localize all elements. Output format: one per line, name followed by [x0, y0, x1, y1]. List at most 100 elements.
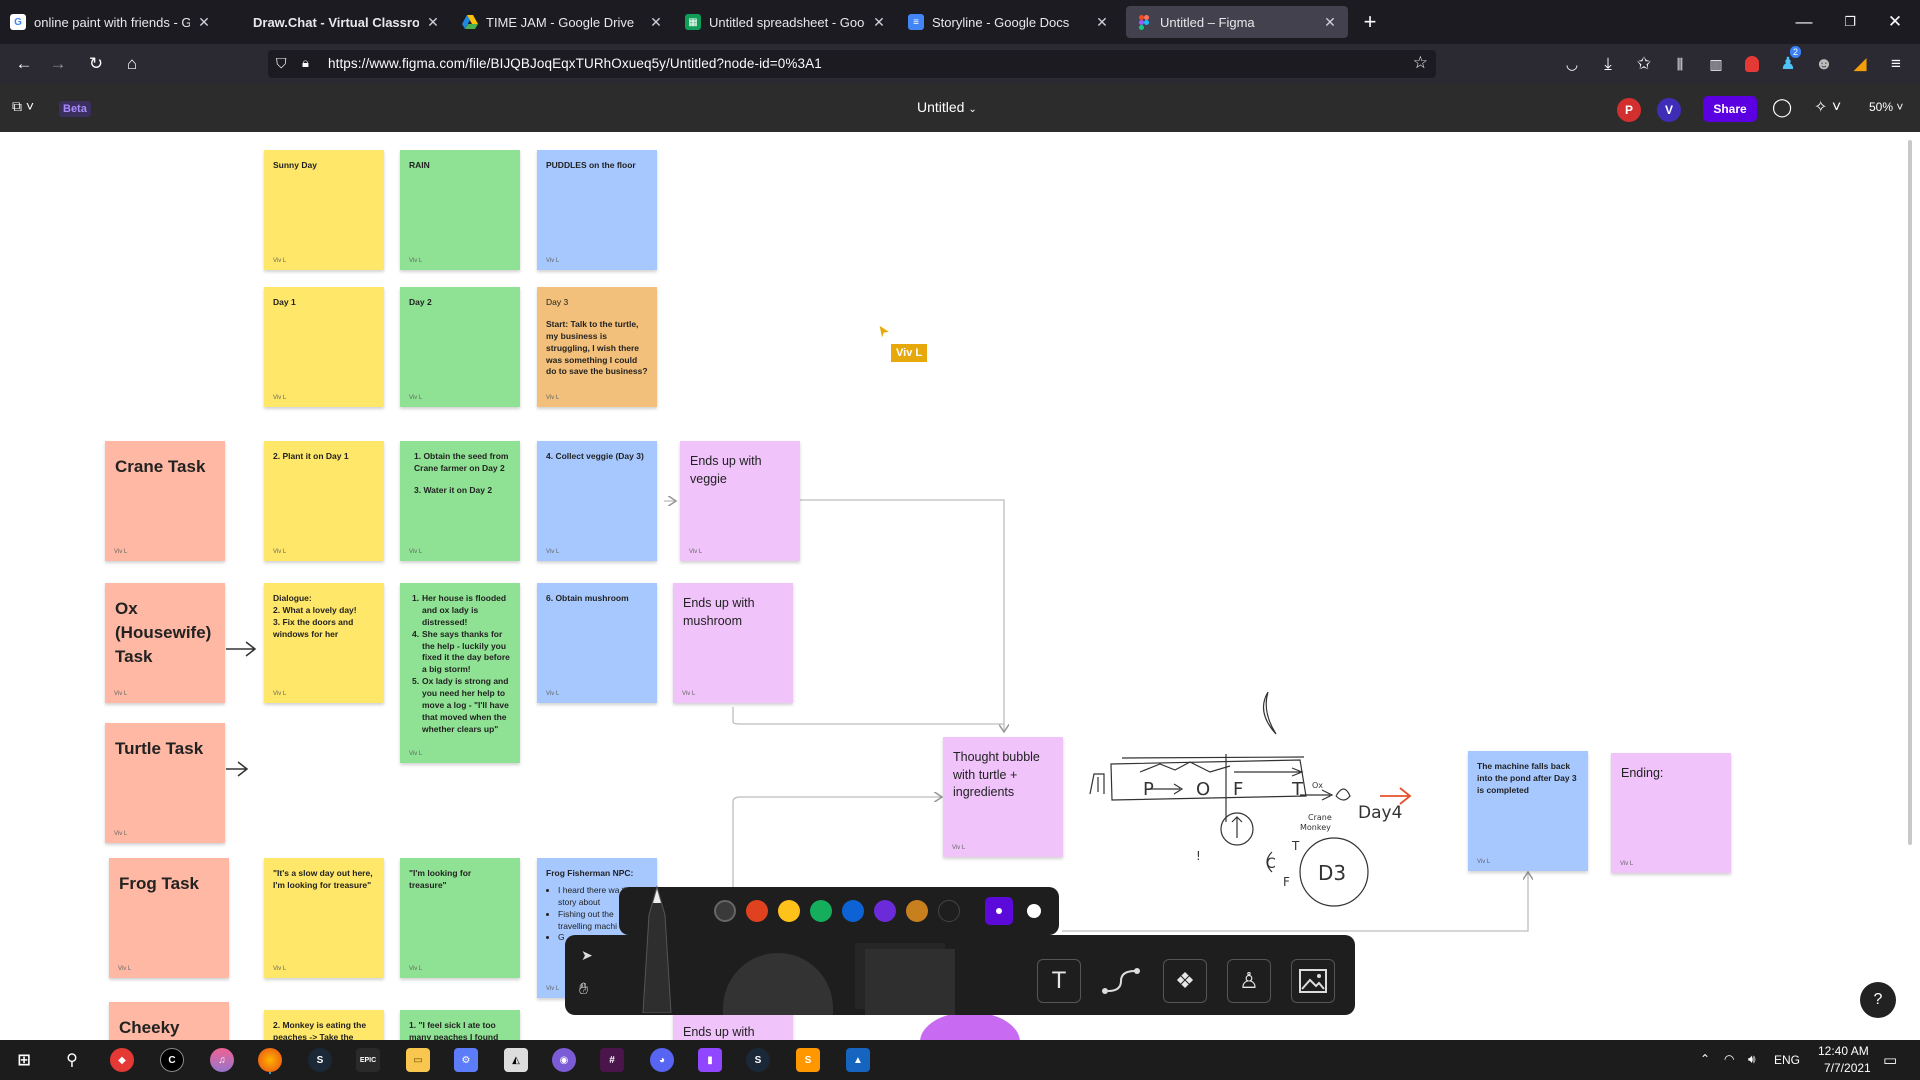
library-icon[interactable]: ⫼ [1668, 52, 1692, 76]
epic-games-icon[interactable]: EPIC [356, 1048, 380, 1072]
connector-tool-icon[interactable] [1099, 959, 1143, 1003]
close-icon[interactable]: ✕ [648, 14, 664, 31]
zoom-level[interactable]: 50% ˅ [1869, 100, 1903, 114]
discord-icon[interactable]: ◕ [650, 1048, 674, 1072]
sticky-obtain-seed[interactable]: 1. Obtain the seed from Crane farmer on … [400, 441, 520, 561]
notifications-icon[interactable]: ▭ [1883, 1051, 1897, 1069]
figjam-canvas[interactable]: P O F T Day4 D3 Crane Monkey Ox C F ! T … [0, 132, 1920, 1080]
sticky-day-3[interactable]: Day 3 Start: Talk to the turtle, my busi… [537, 287, 657, 407]
downloads-icon[interactable]: ⤓ [1596, 52, 1620, 76]
tab-time-jam-drive[interactable]: TIME JAM - Google Drive ✕ [452, 6, 674, 38]
menu-icon[interactable]: ≡ [1884, 52, 1908, 76]
sticky-plant[interactable]: 2. Plant it on Day 1 Viv L [264, 441, 384, 561]
sticky-turtle-task[interactable]: Turtle Task Viv L [105, 723, 225, 843]
tray-up-icon[interactable]: ⌃ [1700, 1052, 1710, 1066]
sticky-note-tool-icon[interactable] [865, 949, 955, 1015]
adblock-icon[interactable] [1740, 52, 1764, 76]
app-red-icon[interactable]: ◆ [110, 1048, 134, 1072]
sticky-obtain-mushroom[interactable]: 6. Obtain mushroom Viv L [537, 583, 657, 703]
sidebar-icon[interactable]: ▥ [1704, 52, 1728, 76]
lock-icon[interactable]: 🔒︎ [302, 55, 309, 71]
twitch-icon[interactable]: ▮ [698, 1048, 722, 1072]
sticky-crane-task[interactable]: Crane Task Viv L [105, 441, 225, 561]
component-tool-icon[interactable]: ❖ [1163, 959, 1207, 1003]
steam-icon[interactable]: S [308, 1048, 332, 1072]
sticky-collect-veggie[interactable]: 4. Collect veggie (Day 3) Viv L [537, 441, 657, 561]
color-swatch[interactable] [810, 900, 832, 922]
forward-icon[interactable]: → [46, 52, 70, 76]
color-swatch[interactable] [842, 900, 864, 922]
sticky-thought-bubble[interactable]: Thought bubble with turtle + ingredients… [943, 737, 1063, 857]
sticky-frog-task[interactable]: Frog Task Viv L [109, 858, 229, 978]
steam-2-icon[interactable]: S [746, 1048, 770, 1072]
app-paint-icon[interactable]: ▲ [846, 1048, 870, 1072]
tab-drawchat[interactable]: Draw.Chat - Virtual Classroom ✕ [229, 6, 451, 38]
image-tool-icon[interactable] [1291, 959, 1335, 1003]
tab-spreadsheet[interactable]: ▦ Untitled spreadsheet - Google S ✕ [675, 6, 897, 38]
sticky-puddles[interactable]: PUDDLES on the floor Viv L [537, 150, 657, 270]
url-bar[interactable]: ⛉ 🔒︎ https://www.figma.com/file/BIJQBJoq… [268, 50, 1436, 78]
close-icon[interactable]: ✕ [425, 14, 441, 31]
volume-icon[interactable]: 🔊︎ [1748, 1052, 1756, 1067]
sublime-icon[interactable]: S [796, 1048, 820, 1072]
avatar[interactable]: V [1657, 98, 1681, 122]
minimize-icon[interactable]: — [1792, 10, 1816, 34]
sticky-ox-dialogue[interactable]: Dialogue: 2. What a lovely day! 3. Fix t… [264, 583, 384, 703]
app-purple-icon[interactable]: ◉ [552, 1048, 576, 1072]
tab-storyline-docs[interactable]: ≡ Storyline - Google Docs ✕ [898, 6, 1120, 38]
clock-date[interactable]: 7/7/2021 [1824, 1061, 1871, 1075]
app-c-icon[interactable]: C [160, 1048, 184, 1072]
shape-tool-icon[interactable] [723, 953, 833, 1015]
sticky-ends-mushroom[interactable]: Ends up with mushroom Viv L [673, 583, 793, 703]
tab-online-paint[interactable]: G online paint with friends - Goog ✕ [0, 6, 222, 38]
sticky-day-2[interactable]: Day 2 Viv L [400, 287, 520, 407]
unity-icon[interactable]: ◭ [504, 1048, 528, 1072]
vertical-scrollbar[interactable] [1908, 140, 1912, 845]
window-close-icon[interactable]: ✕ [1883, 10, 1907, 34]
pocket-icon[interactable]: ◡ [1560, 52, 1584, 76]
marker-tool-icon[interactable] [637, 885, 677, 1014]
sticky-ending[interactable]: Ending: Viv L [1611, 753, 1731, 873]
close-icon[interactable]: ✕ [1094, 14, 1110, 31]
color-swatch[interactable] [906, 900, 928, 922]
shield-icon[interactable]: ⛉ [276, 55, 287, 72]
color-swatch[interactable] [714, 900, 736, 922]
sticky-frog-quote-2[interactable]: "I'm looking for treasure" Viv L [400, 858, 520, 978]
hand-tool-icon[interactable]: ✋︎ [579, 981, 588, 999]
firefox-icon[interactable] [258, 1048, 282, 1072]
restore-icon[interactable]: ❐ [1838, 10, 1862, 34]
present-icon[interactable]: ✧ ˅ [1814, 97, 1841, 117]
url-text[interactable]: https://www.figma.com/file/BIJQBJoqEqxTU… [328, 56, 822, 71]
sticky-machine[interactable]: The machine falls back into the pond aft… [1468, 751, 1588, 871]
color-swatch[interactable] [938, 900, 960, 922]
sticky-frog-quote-1[interactable]: "It's a slow day out here, I'm looking f… [264, 858, 384, 978]
color-swatch[interactable] [778, 900, 800, 922]
bookmark-star-icon[interactable]: ☆ [1413, 53, 1428, 73]
avatar[interactable]: P [1617, 98, 1641, 122]
sticky-ox-task[interactable]: Ox (Housewife) Task Viv L [105, 583, 225, 703]
color-swatch[interactable] [874, 900, 896, 922]
file-explorer-icon[interactable]: ▭ [406, 1048, 430, 1072]
select-tool-icon[interactable]: ➤ [581, 947, 593, 964]
file-title[interactable]: Untitled ⌄ [917, 99, 977, 115]
language-indicator[interactable]: ENG [1774, 1053, 1800, 1067]
color-extension-icon[interactable]: ◢ [1848, 52, 1872, 76]
extensions-star-icon[interactable]: ✩ [1632, 52, 1656, 76]
stroke-width-white[interactable] [1027, 904, 1041, 918]
slack-icon[interactable]: # [600, 1048, 624, 1072]
close-icon[interactable]: ✕ [871, 14, 887, 31]
sticky-ox-steps[interactable]: 1. Her house is flooded and ox lady is di… [400, 583, 520, 763]
wifi-icon[interactable]: ◠ [1724, 1052, 1734, 1066]
windows-start-icon[interactable]: ⊞ [12, 1048, 36, 1072]
ghost-extension-icon[interactable]: ☻ [1812, 52, 1836, 76]
comment-icon[interactable]: ◯ [1772, 97, 1792, 118]
tab-figma[interactable]: Untitled – Figma ✕ [1126, 6, 1348, 38]
itunes-icon[interactable]: ♫ [210, 1048, 234, 1072]
sticky-day-1[interactable]: Day 1 Viv L [264, 287, 384, 407]
clock-time[interactable]: 12:40 AM [1818, 1044, 1869, 1058]
home-icon[interactable]: ⌂ [120, 52, 144, 76]
reload-icon[interactable]: ↻ [84, 52, 108, 76]
close-icon[interactable]: ✕ [196, 14, 212, 31]
share-button[interactable]: Share [1703, 96, 1757, 122]
back-icon[interactable]: ← [12, 52, 36, 76]
